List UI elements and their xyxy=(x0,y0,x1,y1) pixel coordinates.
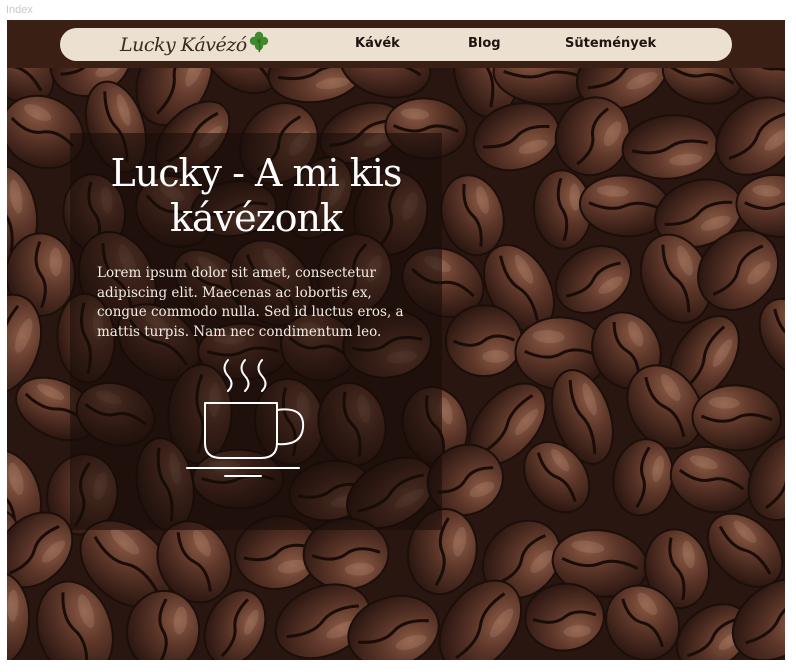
nav-link-kavek[interactable]: Kávék xyxy=(355,36,400,51)
coffee-cup-icon xyxy=(186,359,305,477)
logo-text: Lucky Kávézó xyxy=(120,34,247,56)
hero-card: Lucky - A mi kis kávézonk Lorem ipsum do… xyxy=(70,133,442,530)
hero-title: Lucky - A mi kis kávézonk xyxy=(110,151,403,240)
nav-link-blog[interactable]: Blog xyxy=(468,36,501,51)
page-frame: Lucky Kávézó Kávék Blog Sütemények Lucky… xyxy=(7,20,785,660)
clover-icon xyxy=(249,31,268,53)
hero-section: Lucky - A mi kis kávézonk Lorem ipsum do… xyxy=(7,68,785,660)
header-bar: Lucky Kávézó Kávék Blog Sütemények xyxy=(7,20,785,68)
logo[interactable]: Lucky Kávézó xyxy=(120,31,269,58)
nav-link-sutemenyek[interactable]: Sütemények xyxy=(565,36,656,51)
tab-title: Index xyxy=(6,4,33,16)
hero-text: Lorem ipsum dolor sit amet, consectetur … xyxy=(97,265,404,340)
nav-bar: Lucky Kávézó Kávék Blog Sütemények xyxy=(60,28,732,61)
